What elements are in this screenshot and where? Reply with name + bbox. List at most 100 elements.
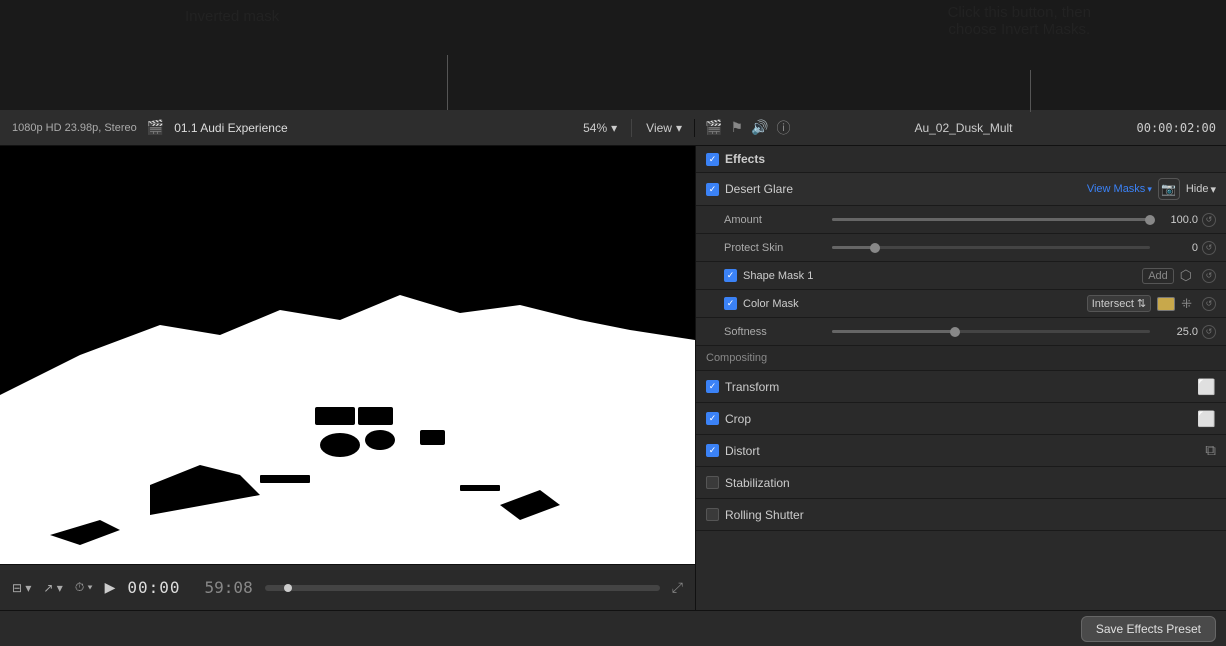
transform-label: Transform <box>725 380 779 394</box>
distort-row: Distort ⧉ <box>696 435 1226 467</box>
desert-glare-actions: View Masks ▾ 📷 Hide ▾ <box>1087 178 1216 200</box>
film-icon: 🎬 <box>147 119 164 136</box>
crop-icon[interactable]: ⬜ <box>1197 410 1216 428</box>
color-mask-reset[interactable]: ↺ <box>1202 297 1216 311</box>
stabilization-row: Stabilization <box>696 467 1226 499</box>
color-mask-row: Color Mask Intersect ⇅ ⁜ ↺ <box>696 290 1226 318</box>
protect-skin-thumb[interactable] <box>870 243 880 253</box>
crop-label: Crop <box>725 412 751 426</box>
softness-value: 25.0 <box>1158 326 1198 338</box>
main-container: 1080p HD 23.98p, Stereo 🎬 01.1 Audi Expe… <box>0 110 1226 646</box>
crop-row: Crop ⬜ <box>696 403 1226 435</box>
protect-skin-slider[interactable] <box>832 246 1150 249</box>
top-bar-left: 1080p HD 23.98p, Stereo 🎬 01.1 Audi Expe… <box>0 119 695 137</box>
top-bar-right: 🎬 ⚑ 🔊 ⓘ Au_02_Dusk_Mult 00:00:02:00 <box>695 118 1226 138</box>
info-icon[interactable]: ⓘ <box>776 118 790 138</box>
compositing-label: Compositing <box>706 352 767 364</box>
inspector-panel: Effects Desert Glare View Masks ▾ 📷 Hide… <box>695 146 1226 610</box>
callout-area: Inverted mask Click this button, then ch… <box>0 0 1226 110</box>
compositing-row: Compositing <box>696 346 1226 371</box>
zoom-control[interactable]: 54% ▾ <box>583 121 617 135</box>
rolling-shutter-checkbox[interactable] <box>706 508 719 521</box>
shape-mask-actions: Add ⬡ ↺ <box>1142 267 1216 284</box>
amount-value: 100.0 <box>1158 214 1198 226</box>
distort-checkbox[interactable] <box>706 444 719 457</box>
fullscreen-button[interactable]: ⤢ <box>672 579 683 596</box>
distort-icon[interactable]: ⧉ <box>1205 442 1216 459</box>
softness-reset[interactable]: ↺ <box>1202 325 1216 339</box>
layout-button[interactable]: ⊟ ▾ <box>12 581 31 595</box>
flag-icon[interactable]: ⚑ <box>730 119 743 136</box>
scrubber[interactable] <box>265 585 660 591</box>
distort-label: Distort <box>725 444 760 458</box>
scrubber-thumb <box>284 584 292 592</box>
amount-slider[interactable] <box>832 218 1150 221</box>
effects-section-header: Effects <box>696 146 1226 173</box>
top-bar: 1080p HD 23.98p, Stereo 🎬 01.1 Audi Expe… <box>0 110 1226 146</box>
amount-label: Amount <box>724 214 824 226</box>
protect-skin-value: 0 <box>1158 242 1198 254</box>
shape-mask-checkbox[interactable] <box>724 269 737 282</box>
callout-right-label: Click this button, then choose Invert Ma… <box>948 4 1091 38</box>
view-button[interactable]: View ▾ <box>646 121 682 135</box>
desert-glare-row: Desert Glare View Masks ▾ 📷 Hide ▾ <box>696 173 1226 206</box>
rolling-shutter-row: Rolling Shutter <box>696 499 1226 531</box>
shape-mask-icon[interactable]: ⬡ <box>1180 267 1192 284</box>
timecode-duration: 59:08 <box>205 578 253 597</box>
transform-button[interactable]: ↗ ▾ <box>43 581 62 595</box>
desert-glare-label: Desert Glare <box>725 182 793 196</box>
inspector-icons: 🎬 ⚑ 🔊 ⓘ <box>705 118 790 138</box>
shape-mask-reset[interactable]: ↺ <box>1202 269 1216 283</box>
shape-mask-label: Shape Mask 1 <box>743 270 813 282</box>
divider1 <box>631 119 632 137</box>
shape-mask-row: Shape Mask 1 Add ⬡ ↺ <box>696 262 1226 290</box>
add-mask-button[interactable]: Add <box>1142 268 1174 284</box>
eyedropper-icon[interactable]: ⁜ <box>1181 296 1192 312</box>
bottom-bar: Save Effects Preset <box>0 610 1226 646</box>
amount-fill <box>832 218 1150 221</box>
transform-checkbox[interactable] <box>706 380 719 393</box>
view-masks-button[interactable]: View Masks ▾ <box>1087 183 1152 195</box>
timecode-current: 00:00 <box>127 578 180 597</box>
color-swatch[interactable] <box>1157 297 1175 311</box>
color-mask-label: Color Mask <box>743 298 799 310</box>
softness-thumb[interactable] <box>950 327 960 337</box>
color-mask-actions: Intersect ⇅ ⁜ ↺ <box>1087 295 1216 312</box>
clip-name-label: 01.1 Audi Experience <box>174 121 287 135</box>
media-info: 1080p HD 23.98p, Stereo <box>12 122 137 134</box>
callout-left-label: Inverted mask <box>185 8 279 25</box>
inspector-clip-name: Au_02_Dusk_Mult <box>914 121 1012 135</box>
protect-skin-reset[interactable]: ↺ <box>1202 241 1216 255</box>
softness-label: Softness <box>724 326 824 338</box>
play-button[interactable]: ▶ <box>105 579 116 596</box>
preview-area: ⊟ ▾ ↗ ▾ ⏱ ▾ ▶ 00:00 59:08 ⤢ <box>0 146 695 610</box>
video-tab-icon[interactable]: 🎬 <box>705 119 722 136</box>
effects-label: Effects <box>725 152 765 166</box>
stabilization-checkbox[interactable] <box>706 476 719 489</box>
protect-skin-row: Protect Skin 0 ↺ <box>696 234 1226 262</box>
color-mask-checkbox[interactable] <box>724 297 737 310</box>
save-effects-preset-button[interactable]: Save Effects Preset <box>1081 616 1216 642</box>
intersect-select[interactable]: Intersect ⇅ <box>1087 295 1151 312</box>
amount-row: Amount 100.0 ↺ <box>696 206 1226 234</box>
softness-slider[interactable] <box>832 330 1150 333</box>
callout-left-line <box>447 55 448 110</box>
stabilization-label: Stabilization <box>725 476 790 490</box>
amount-thumb[interactable] <box>1145 215 1155 225</box>
effects-checkbox[interactable] <box>706 153 719 166</box>
transform-row: Transform ⬜ <box>696 371 1226 403</box>
rolling-shutter-label: Rolling Shutter <box>725 508 804 522</box>
audio-icon[interactable]: 🔊 <box>751 119 768 136</box>
playback-controls: ⊟ ▾ ↗ ▾ ⏱ ▾ ▶ 00:00 59:08 ⤢ <box>0 564 695 610</box>
speed-button[interactable]: ⏱ ▾ <box>75 580 93 595</box>
inspector-timecode: 00:00:02:00 <box>1137 121 1216 135</box>
preview-svg <box>0 146 695 564</box>
hide-button[interactable]: Hide ▾ <box>1186 183 1216 196</box>
desert-glare-checkbox[interactable] <box>706 183 719 196</box>
content-area: ⊟ ▾ ↗ ▾ ⏱ ▾ ▶ 00:00 59:08 ⤢ Effects <box>0 146 1226 610</box>
amount-reset[interactable]: ↺ <box>1202 213 1216 227</box>
softness-fill <box>832 330 959 333</box>
crop-checkbox[interactable] <box>706 412 719 425</box>
transform-icon[interactable]: ⬜ <box>1197 378 1216 396</box>
camera-icon-button[interactable]: 📷 <box>1158 178 1180 200</box>
